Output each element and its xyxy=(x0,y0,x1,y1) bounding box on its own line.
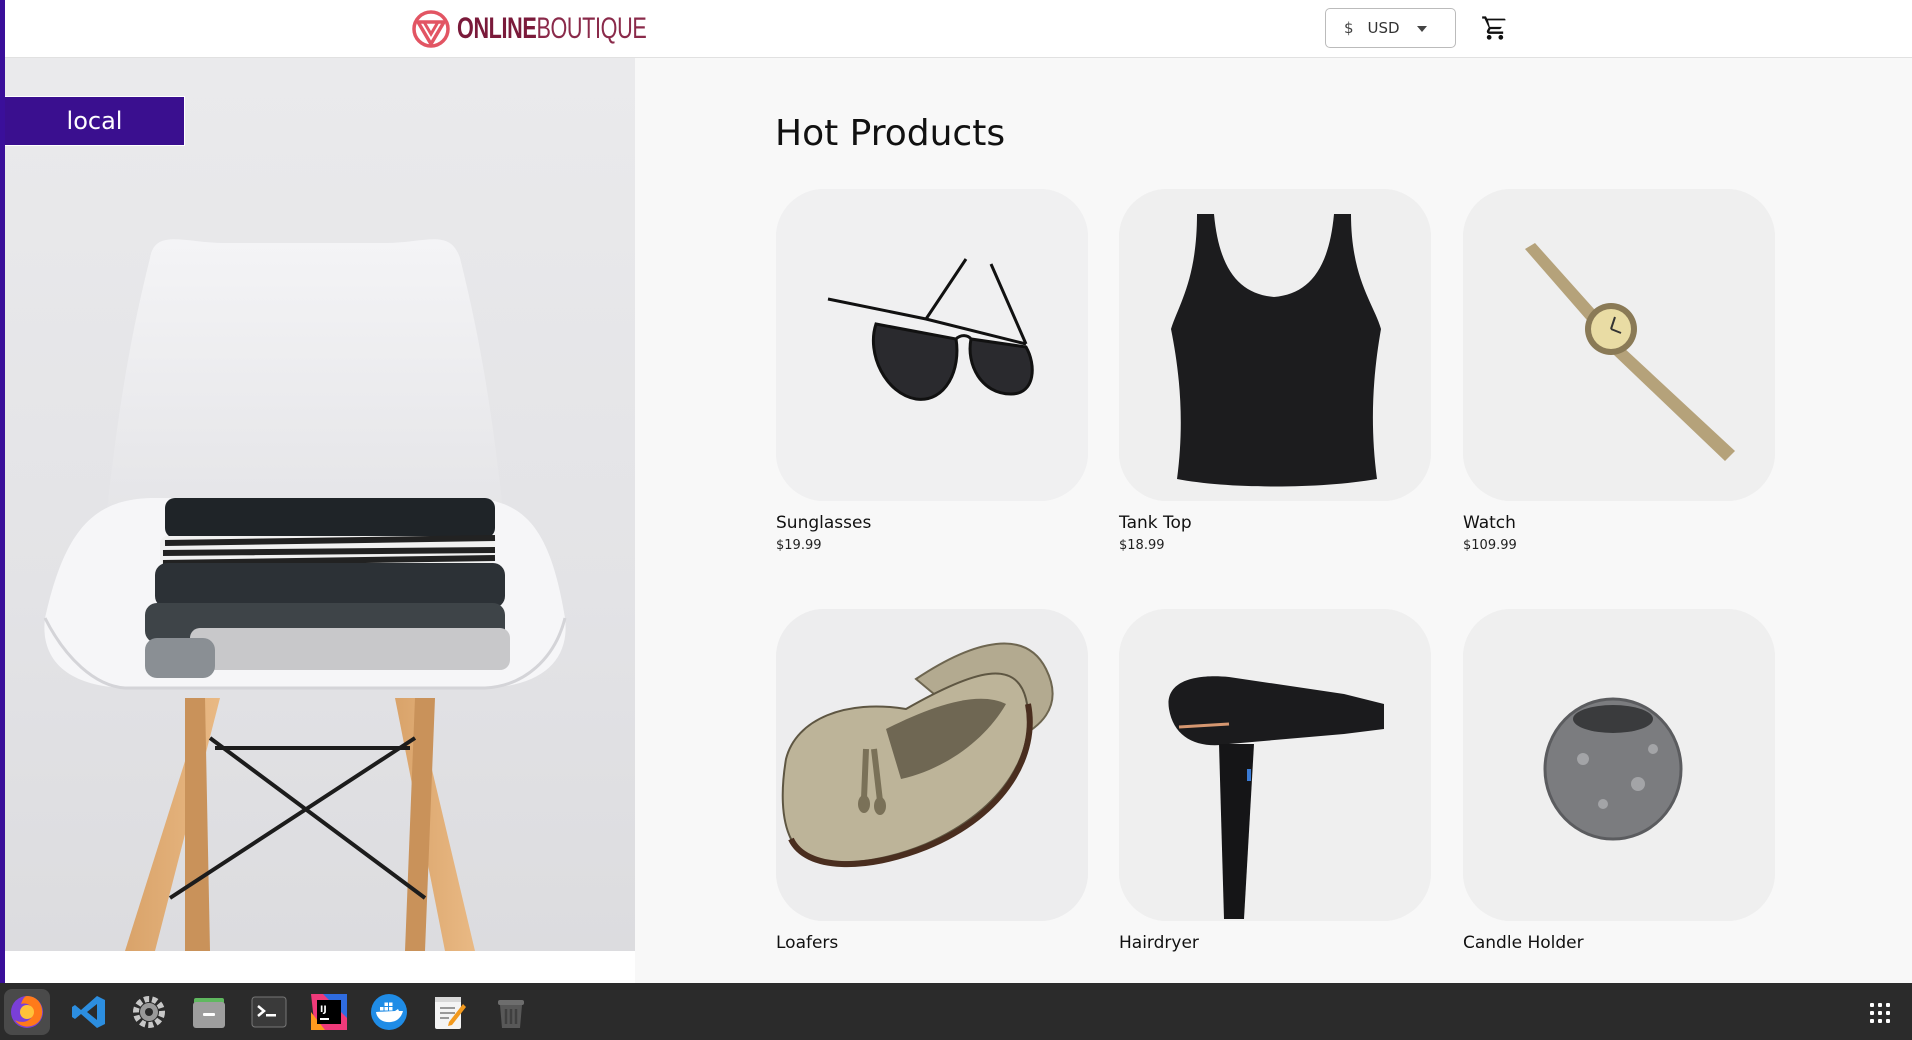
product-image[interactable] xyxy=(1463,189,1775,501)
vscode-icon xyxy=(72,996,105,1028)
currency-selector[interactable]: $ USD xyxy=(1325,8,1456,48)
hairdryer-image xyxy=(1119,609,1431,921)
taskbar-settings[interactable] xyxy=(126,989,172,1035)
taskbar-text-editor[interactable] xyxy=(426,989,472,1035)
boutique-logo-icon xyxy=(412,10,450,48)
product-price: $18.99 xyxy=(1119,538,1165,553)
product-image[interactable] xyxy=(1463,609,1775,921)
currency-symbol: $ xyxy=(1344,19,1354,37)
product-card-loafers[interactable]: Loafers xyxy=(776,609,1088,958)
chair-with-clothes-illustration xyxy=(43,239,567,951)
dropdown-caret-icon xyxy=(1417,26,1427,32)
product-name: Hairdryer xyxy=(1119,933,1199,953)
os-taskbar: IJ xyxy=(0,983,1912,1040)
product-card-tank-top[interactable]: Tank Top $18.99 xyxy=(1119,189,1431,553)
hero-image-panel: local xyxy=(5,58,635,951)
product-card-candle-holder[interactable]: Candle Holder xyxy=(1463,609,1775,958)
docker-icon xyxy=(371,994,407,1030)
firefox-icon xyxy=(11,996,43,1028)
files-icon xyxy=(193,998,225,1028)
product-image[interactable] xyxy=(776,189,1088,501)
taskbar-terminal[interactable] xyxy=(246,989,292,1035)
logo-wordmark: ONLINEBOUTIQUE xyxy=(457,12,647,45)
sunglasses-image xyxy=(776,189,1088,501)
product-name: Loafers xyxy=(776,933,839,953)
taskbar-docker[interactable] xyxy=(366,989,412,1035)
taskbar-firefox[interactable] xyxy=(4,989,50,1035)
loafers-image xyxy=(776,609,1088,921)
section-title: Hot Products xyxy=(775,113,1006,154)
settings-icon xyxy=(133,996,165,1028)
text-editor-icon xyxy=(435,997,466,1029)
trash-icon xyxy=(498,1000,524,1028)
svg-text:IJ: IJ xyxy=(320,1005,327,1015)
taskbar-files[interactable] xyxy=(186,989,232,1035)
product-card-watch[interactable]: Watch $109.99 xyxy=(1463,189,1775,553)
product-name: Sunglasses xyxy=(776,513,872,533)
watch-image xyxy=(1463,189,1775,501)
product-name: Candle Holder xyxy=(1463,933,1584,953)
currency-code: USD xyxy=(1367,19,1400,37)
shopping-cart-icon[interactable] xyxy=(1481,14,1509,42)
products-section: Hot Products Sunglasses $19.99 Tank Top … xyxy=(635,58,1912,983)
top-header: ONLINEBOUTIQUE $ USD xyxy=(5,0,1912,58)
show-apps-grid-icon[interactable] xyxy=(1868,1001,1892,1025)
environment-badge: local xyxy=(5,96,185,146)
taskbar-trash[interactable] xyxy=(488,989,534,1035)
product-price: $19.99 xyxy=(776,538,822,553)
product-card-hairdryer[interactable]: Hairdryer xyxy=(1119,609,1431,958)
intellij-icon: IJ xyxy=(311,994,347,1030)
product-card-sunglasses[interactable]: Sunglasses $19.99 xyxy=(776,189,1088,553)
product-image[interactable] xyxy=(1119,609,1431,921)
candle-holder-image xyxy=(1463,609,1775,921)
online-boutique-logo[interactable]: ONLINEBOUTIQUE xyxy=(411,8,720,50)
product-image[interactable] xyxy=(1119,189,1431,501)
terminal-icon xyxy=(251,996,287,1028)
product-price: $109.99 xyxy=(1463,538,1517,553)
product-name: Watch xyxy=(1463,513,1516,533)
taskbar-intellij[interactable]: IJ xyxy=(306,989,352,1035)
taskbar-vscode[interactable] xyxy=(66,989,112,1035)
product-name: Tank Top xyxy=(1119,513,1192,533)
tank-top-image xyxy=(1119,189,1431,501)
product-image[interactable] xyxy=(776,609,1088,921)
